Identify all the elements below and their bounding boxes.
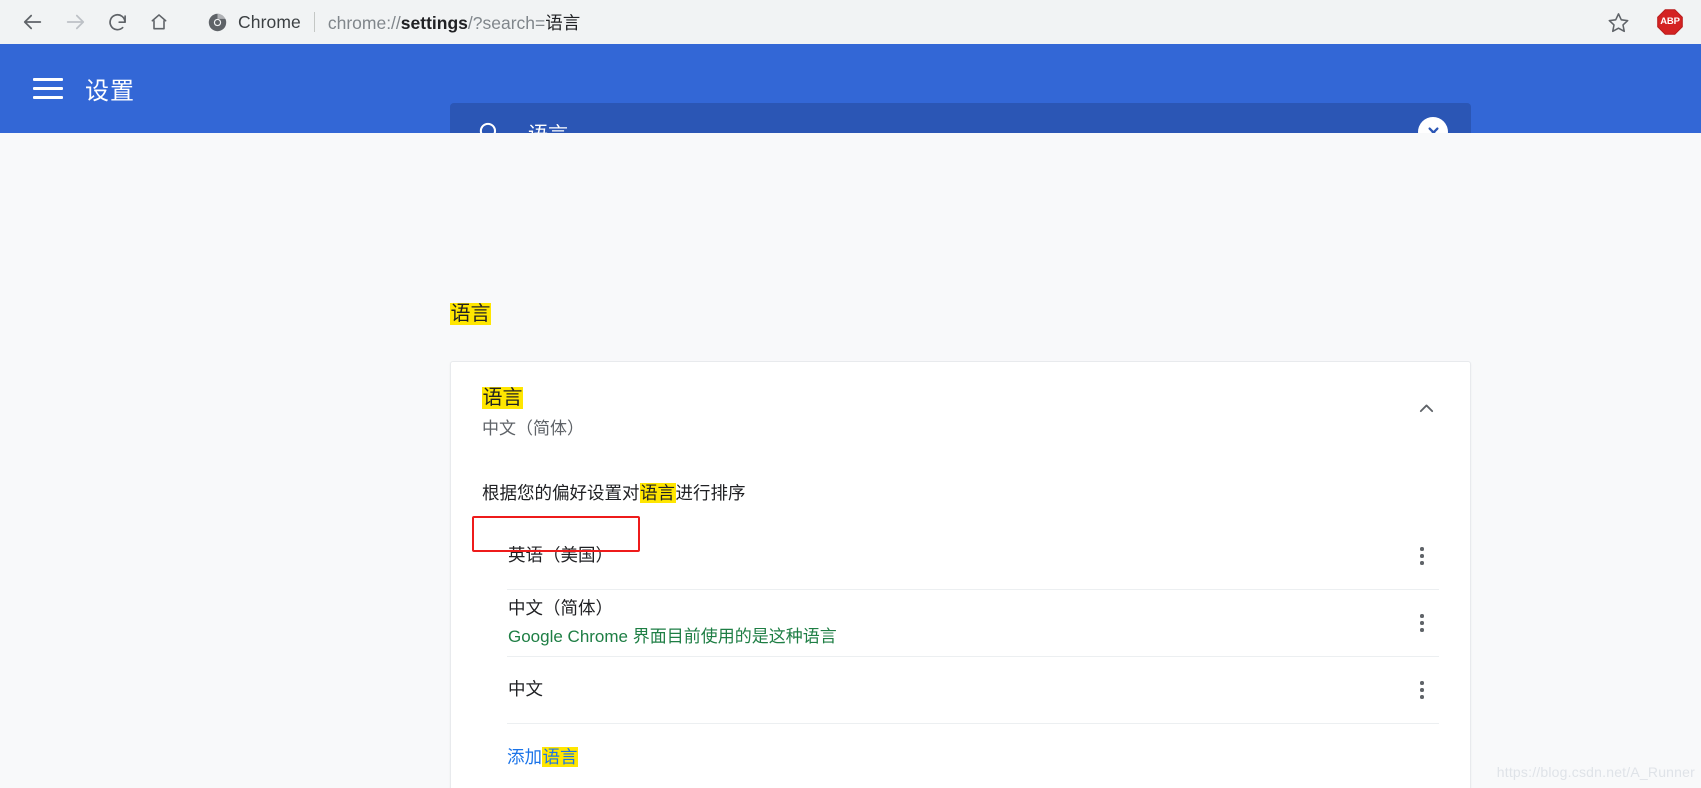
kebab-dot [1420,628,1424,632]
omnibox-url[interactable]: chrome://settings/?search=语言 [328,10,580,35]
url-suffix: /?search= [467,12,546,33]
omnibox-app-name: Chrome [238,11,301,32]
search-highlight: 语言 [542,746,578,767]
search-highlight: 语言 [450,303,491,325]
omnibox[interactable]: Chrome chrome://settings/?search=语言 [192,5,1587,39]
bookmark-star-icon[interactable] [1599,3,1637,41]
language-list: 英语（美国） 中文（简体） Google Chrome 界面目前使用的是这种语言 [507,523,1439,788]
hamburger-bar [33,96,63,99]
language-row-texts: 中文（简体） Google Chrome 界面目前使用的是这种语言 [507,597,1405,648]
hamburger-menu-icon[interactable] [33,78,63,99]
chevron-up-icon[interactable] [1406,388,1446,428]
page-title: 设置 [85,78,135,105]
more-vertical-icon[interactable] [1405,673,1439,707]
search-highlight: 语言 [482,387,523,409]
url-prefix: chrome:// [327,12,401,33]
desc-after: 进行排序 [675,483,746,504]
settings-header: 设置 语言 [0,44,1701,161]
omnibox-separator [313,12,315,32]
language-row-texts: 中文 [507,678,1405,701]
kebab-dot [1420,554,1424,558]
url-query: 语言 [545,12,581,33]
kebab-dot [1420,695,1424,699]
forward-icon[interactable] [56,3,94,41]
language-current-ui-note: Google Chrome 界面目前使用的是这种语言 [508,627,837,647]
kebab-dot [1420,547,1424,551]
languages-card-header-texts: 语言 中文（简体） [482,386,1406,440]
section-heading: 语言 [450,301,491,327]
reload-icon[interactable] [98,3,136,41]
more-vertical-icon[interactable] [1405,539,1439,573]
list-item[interactable]: 英语（美国） [507,523,1439,590]
browser-toolbar: Chrome chrome://settings/?search=语言 ABP [0,0,1701,44]
list-item[interactable]: 中文 [507,657,1439,724]
add-language-label-before: 添加 [507,746,542,767]
search-highlight: 语言 [639,483,676,504]
adblock-plus-label: ABP [1660,16,1680,28]
back-icon[interactable] [14,3,52,41]
languages-order-description: 根据您的偏好设置对语言进行排序 [451,482,1470,505]
add-language-row[interactable]: 添加语言 [507,724,1439,788]
home-icon[interactable] [140,3,178,41]
language-name: 中文（简体） [508,598,613,619]
hamburger-bar [33,87,63,90]
languages-card-subtitle: 中文（简体） [482,419,584,438]
languages-card-title: 语言 [482,386,1406,411]
more-vertical-icon[interactable] [1405,606,1439,640]
adblock-plus-extension-icon[interactable]: ABP [1657,9,1683,35]
kebab-dot [1420,621,1424,625]
kebab-dot [1420,681,1424,685]
kebab-dot [1420,688,1424,692]
languages-card: 语言 中文（简体） 根据您的偏好设置对语言进行排序 英语（美国） 中文（简体） … [450,361,1471,788]
languages-card-header[interactable]: 语言 中文（简体） [451,362,1470,440]
language-row-texts: 英语（美国） [507,544,1405,567]
desc-before: 根据您的偏好设置对 [482,483,640,504]
chrome-logo-icon [208,13,227,32]
add-language-button[interactable]: 添加语言 [507,746,578,769]
hamburger-bar [33,78,63,81]
kebab-dot [1420,561,1424,565]
language-name: 英语（美国） [508,545,613,566]
url-host: settings [400,12,468,33]
language-name: 中文 [508,679,543,700]
kebab-dot [1420,614,1424,618]
watermark: https://blog.csdn.net/A_Runner [1496,764,1695,780]
list-item[interactable]: 中文（简体） Google Chrome 界面目前使用的是这种语言 [507,590,1439,657]
settings-content: 语言 语言 中文（简体） 根据您的偏好设置对语言进行排序 英语（美国） 中文（简… [0,133,1701,788]
